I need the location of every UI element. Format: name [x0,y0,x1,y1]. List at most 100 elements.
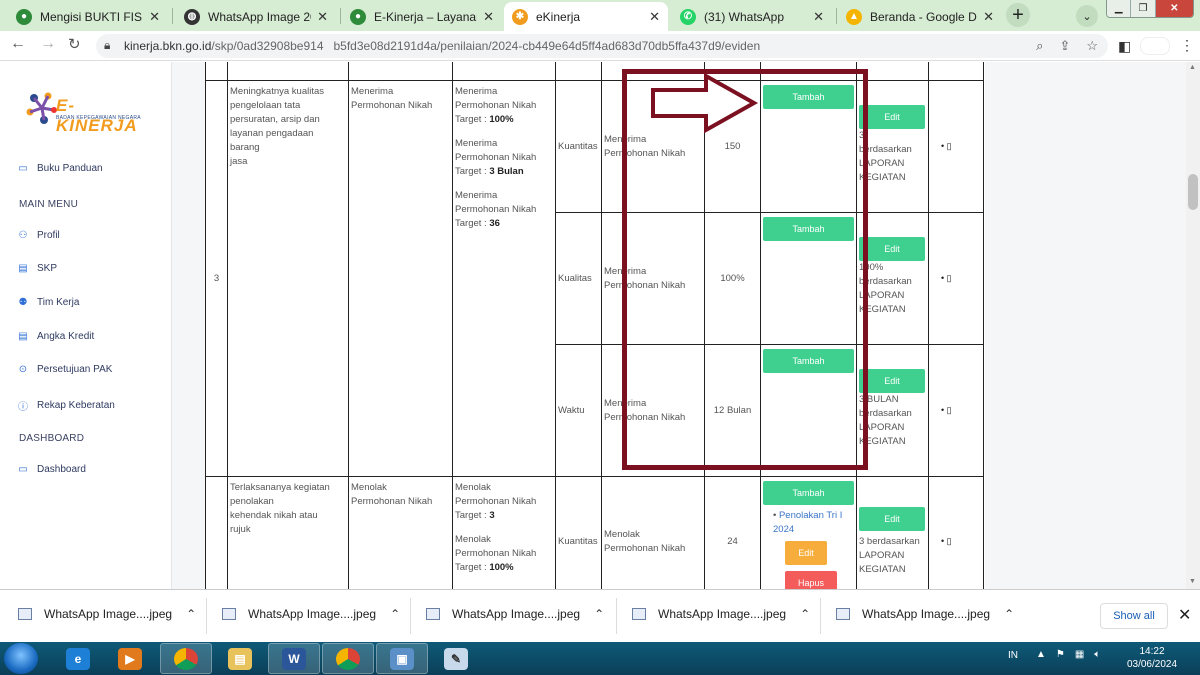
rencana-line: Meningkatnya kualitas [230,86,324,97]
edit-button[interactable]: Edit [859,105,925,129]
new-tab-button[interactable]: + [1006,3,1030,27]
word-icon[interactable]: W [268,643,320,674]
drive-favicon-icon: ▲ [846,8,862,25]
scroll-down-icon[interactable]: ▼ [1189,578,1196,585]
sidebar-item-buku-panduan[interactable]: ▭ Buku Panduan [17,163,102,174]
forward-arrow-icon[interactable]: → [40,35,56,53]
tambah-button[interactable]: Tambah [763,349,854,373]
umpan-balik-cell: • ▯ [928,344,984,477]
skp-penilaian-table: 3 Meningkatnya kualitas pengelolaan tata… [205,62,984,589]
chevron-up-icon[interactable]: ⌃ [1004,607,1014,621]
edit-button[interactable]: Edit [859,237,925,261]
sidebar-item-dashboard[interactable]: ▭ Dashboard [17,464,86,475]
close-window-icon[interactable]: ✕ [1155,0,1193,17]
download-item[interactable]: WhatsApp Image....jpeg ⌃ [222,607,400,621]
show-hidden-icons-icon[interactable]: ▲ [1036,649,1046,660]
back-arrow-icon[interactable]: ← [10,35,26,53]
browser-tab-strip: ● Mengisi BUKTI FISIK da ✕ ◍ WhatsApp Im… [0,0,1200,31]
chrome-taskbar-icon-2[interactable] [322,643,374,674]
network-icon[interactable]: ▦ [1075,649,1084,660]
reload-icon[interactable]: ↻ [68,35,81,53]
internet-explorer-icon[interactable]: e [52,643,104,674]
tab-ekinerja-active[interactable]: ✱ eKinerja ✕ [504,2,668,31]
target-number-cell: 24 [704,476,761,589]
paint-icon[interactable]: ✎ [430,643,482,674]
sidebar-item-label: SKP [37,263,58,274]
edit-evidence-button[interactable]: Edit [785,541,827,565]
scroll-up-icon[interactable]: ▲ [1189,64,1196,71]
sidebar-item-tim-kerja[interactable]: ⚉ Tim Kerja [17,297,80,308]
tab-search-button[interactable]: ⌄ [1076,5,1098,27]
sidebar-item-profil[interactable]: ⚇ Profil [17,230,60,241]
chevron-up-icon[interactable]: ⌃ [800,607,810,621]
book-icon: ▭ [18,163,28,174]
url-text[interactable]: kinerja.bkn.go.id/skp/0ad32908be914 b5fd… [124,39,760,53]
tab-whatsapp-image[interactable]: ◍ WhatsApp Image 2024 ✕ [176,2,336,31]
image-viewer-icon[interactable]: ▣ [376,643,428,674]
download-item[interactable]: WhatsApp Image....jpeg ⌃ [836,607,1014,621]
share-icon[interactable]: ⇪ [1059,38,1070,54]
sidebar-item-persetujuan-pak[interactable]: ⊙ Persetujuan PAK [17,364,113,375]
media-player-icon[interactable]: ▶ [104,643,156,674]
chrome-taskbar-icon[interactable] [160,643,212,674]
download-item[interactable]: WhatsApp Image....jpeg ⌃ [632,607,810,621]
target-value: 100% [489,562,514,573]
realisasi-line: LAPORAN [859,290,905,301]
tambah-button[interactable]: Tambah [763,85,854,109]
edit-button[interactable]: Edit [859,369,925,393]
minimize-icon[interactable]: ▁ [1107,0,1132,17]
scrollbar-thumb[interactable] [1188,174,1198,210]
edit-button[interactable]: Edit [859,506,925,531]
tambah-button[interactable]: Tambah [763,481,854,505]
sidebar-item-skp[interactable]: ▤ SKP [17,263,57,274]
tab-google-drive[interactable]: ▲ Beranda - Google Drive ✕ [838,2,1002,31]
hapus-button[interactable]: Hapus [785,571,837,589]
side-panel-icon[interactable]: ◧ [1118,38,1131,55]
close-tab-icon[interactable]: ✕ [317,9,328,25]
chevron-up-icon[interactable]: ⌃ [390,607,400,621]
realisasi-line: LAPORAN [859,158,905,169]
tab-whatsapp[interactable]: ✆ (31) WhatsApp ✕ [672,2,832,31]
file-explorer-icon[interactable]: ▤ [214,643,266,674]
language-indicator[interactable]: IN [1008,650,1018,661]
evidence-link[interactable]: Penolakan Tri I 2024 [773,510,842,535]
close-tab-icon[interactable]: ✕ [983,9,994,25]
page-scrollbar[interactable]: ▲ ▼ [1186,62,1200,589]
download-item[interactable]: WhatsApp Image....jpeg ⌃ [426,607,604,621]
flag-icon[interactable]: ⚑ [1056,649,1065,660]
chevron-up-icon[interactable]: ⌃ [594,607,604,621]
start-button[interactable] [4,643,38,674]
tab-mengisi-bukti[interactable]: ● Mengisi BUKTI FISIK da ✕ [8,2,168,31]
dashboard-heading: DASHBOARD [19,433,85,444]
rencana-line: kehendak nikah atau [230,510,318,521]
address-bar[interactable]: 🔒︎ kinerja.bkn.go.id/skp/0ad32908be914 b… [96,34,1108,58]
chevron-up-icon[interactable]: ⌃ [186,607,196,621]
close-tab-icon[interactable]: ✕ [813,9,824,25]
target-line: Menolak [455,534,491,545]
image-file-icon [426,608,440,620]
bookmark-star-icon[interactable]: ☆ [1086,38,1098,54]
close-tab-icon[interactable]: ✕ [149,9,160,25]
download-item[interactable]: WhatsApp Image....jpeg ⌃ [18,607,196,621]
ekinerja-logo[interactable]: E-KINERJA BADAN KEPEGAWAIAN NEGARA [24,90,154,135]
indikator-line: Menerima [604,397,647,409]
close-downloads-icon[interactable]: ✕ [1178,605,1191,625]
realisasi-line: 3 berdasarkan [859,535,920,547]
target-value: 3 Bulan [489,166,524,177]
menu-kebab-icon[interactable]: ⋮ [1180,37,1194,54]
close-tab-icon[interactable]: ✕ [483,9,494,25]
zoom-icon[interactable]: ⌕ [1036,38,1043,54]
tambah-button[interactable]: Tambah [763,217,854,241]
system-clock[interactable]: 14:22 03/06/2024 [1122,645,1182,671]
tab-label: Beranda - Google Drive [870,9,977,24]
tab-ekinerja-layanan[interactable]: ● E-Kinerja – Layanan KU ✕ [342,2,502,31]
profile-avatar[interactable] [1140,37,1170,55]
restore-icon[interactable]: ❐ [1131,0,1156,17]
show-all-button[interactable]: Show all [1100,603,1168,629]
sidebar-item-angka-kredit[interactable]: ▤ Angka Kredit [17,331,94,342]
close-tab-icon[interactable]: ✕ [649,9,660,25]
sidebar-item-rekap-keberatan[interactable]: ⓘ Rekap Keberatan [17,398,115,413]
lock-icon[interactable]: 🔒︎ [104,38,110,53]
skp-table-container: 3 Meningkatnya kualitas pengelolaan tata… [205,62,985,589]
volume-muted-icon[interactable]: 🔈︎ [1094,649,1100,660]
